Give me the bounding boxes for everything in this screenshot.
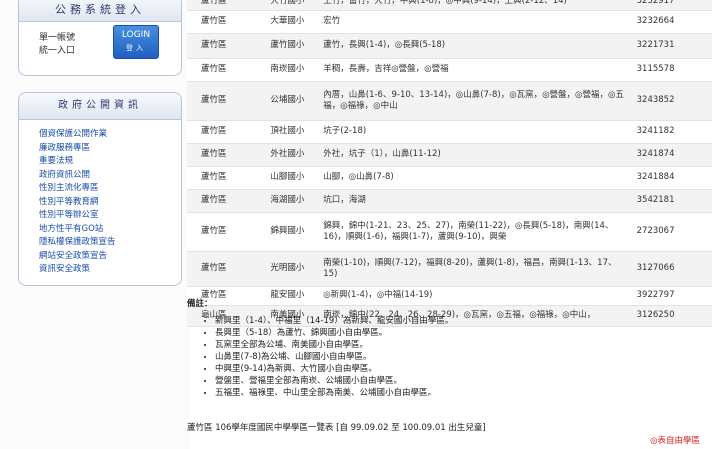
table-row: 蘆竹區 大竹國小 上竹，富竹，大竹，中興(1-8)，◎中興(9-14)，上興(2-1… bbox=[187, 0, 712, 11]
code-cell: 3221731 bbox=[632, 33, 712, 59]
school-cell: 南崁國小 bbox=[266, 58, 320, 82]
area-cell: 坑子(2-18) bbox=[319, 120, 633, 144]
note-item: 瓦窯里全部為公埔、南美國小自由學區。 bbox=[215, 339, 712, 351]
note-item: 長興里（5-18）為蘆竹、錦興國小自由學區。 bbox=[215, 327, 712, 339]
district-cell: 蘆竹區 bbox=[187, 81, 267, 121]
note-item: 新興里（1-4）、中福里（14-19）為新興、龍安國小自由學區。 bbox=[215, 315, 712, 327]
school-cell: 外社國小 bbox=[266, 143, 320, 167]
sidebar: 公務系統登入 單一帳號 統一入口 LOGIN 登入 政府公開資訊 個資保護公開作… bbox=[0, 0, 190, 449]
unified-portal-link[interactable]: 統一入口 bbox=[39, 45, 75, 58]
notes-header: 備註： bbox=[187, 299, 213, 309]
district-cell: 蘆竹區 bbox=[187, 189, 267, 213]
table-row: 蘆竹區 南崁國小 羊稠，長壽，吉祥◎營盤，◎營福 3115578 bbox=[187, 58, 712, 82]
login-button-label: LOGIN bbox=[121, 30, 151, 40]
district-cell: 蘆竹區 bbox=[187, 166, 267, 190]
code-cell: 3127066 bbox=[632, 251, 712, 287]
code-cell: 3243852 bbox=[632, 81, 712, 121]
login-links: 單一帳號 統一入口 bbox=[39, 32, 75, 58]
district-cell: 蘆竹區 bbox=[187, 0, 267, 11]
area-cell: 蘆竹，長興(1-4)，◎長興(5-18) bbox=[319, 33, 633, 59]
note-item: 五福里、福祿里、中山里全部為南美、公埔國小自由學區。 bbox=[215, 387, 712, 399]
gov-info-link[interactable]: 政府資訊公開 bbox=[39, 169, 181, 183]
area-cell: 錦興，錦中(1-21、23、25、27)，南榮(11-22)，◎長興(5-18)… bbox=[319, 212, 633, 252]
code-cell: 3115578 bbox=[632, 58, 712, 82]
school-cell: 大華國小 bbox=[266, 10, 320, 34]
table-row: 蘆竹區 大華國小 宏竹 3232664 bbox=[187, 10, 712, 34]
gov-info-link[interactable]: 性別平等辦公室 bbox=[39, 209, 181, 223]
notes-list: 新興里（1-4）、中福里（14-19）為新興、龍安國小自由學區。長興里（5-18… bbox=[187, 315, 712, 399]
gov-info-link[interactable]: 個資保護公開作業 bbox=[39, 128, 181, 142]
gov-info-link[interactable]: 網站安全政策宣告 bbox=[39, 250, 181, 264]
login-panel-title: 公務系統登入 bbox=[19, 0, 181, 22]
gov-info-link[interactable]: 重要法規 bbox=[39, 155, 181, 169]
junior-high-table-title: 蘆竹區 106學年度國民中學學區一覽表 [自 99.09.02 至 100.09… bbox=[187, 423, 486, 433]
code-cell: 2723067 bbox=[632, 212, 712, 252]
school-cell: 蘆竹國小 bbox=[266, 33, 320, 59]
area-cell: 山腳，◎山鼻(7-8) bbox=[319, 166, 633, 190]
school-cell: 錦興國小 bbox=[266, 212, 320, 252]
login-button[interactable]: LOGIN 登入 bbox=[113, 25, 159, 59]
gov-info-link[interactable]: 資訊安全政策 bbox=[39, 263, 181, 277]
school-cell: 海湖國小 bbox=[266, 189, 320, 213]
table-row: 蘆竹區 光明國小 南榮(1-10)，順興(7-12)，福興(8-20)，蘆興(1-8… bbox=[187, 251, 712, 287]
note-item: 中興里(9-14)為新興、大竹國小自由學區。 bbox=[215, 363, 712, 375]
note-item: 營盤里、營福里全部為南崁、公埔國小自由學區。 bbox=[215, 375, 712, 387]
district-cell: 蘆竹區 bbox=[187, 10, 267, 34]
area-cell: 內厝，山鼻(1-6、9-10、13-14)，◎山鼻(7-8)，◎瓦窯，◎營盤，◎… bbox=[319, 81, 633, 121]
code-cell: 3542181 bbox=[632, 189, 712, 213]
gov-info-link[interactable]: 性別平等教育網 bbox=[39, 196, 181, 210]
code-cell: 3232917 bbox=[632, 0, 712, 11]
main-content: 蘆竹區 大竹國小 上竹，富竹，大竹，中興(1-8)，◎中興(9-14)，上興(2-1… bbox=[187, 0, 720, 449]
login-panel: 公務系統登入 單一帳號 統一入口 LOGIN 登入 bbox=[18, 0, 182, 76]
notes-section: 備註： 新興里（1-4）、中福里（14-19）為新興、龍安國小自由學區。長興里（… bbox=[187, 297, 712, 399]
district-cell: 蘆竹區 bbox=[187, 212, 267, 252]
gov-info-link[interactable]: 性別主流化專區 bbox=[39, 182, 181, 196]
district-cell: 蘆竹區 bbox=[187, 251, 267, 287]
area-cell: 南榮(1-10)，順興(7-12)，福興(8-20)，蘆興(1-8)，福昌，南興… bbox=[319, 251, 633, 287]
gov-info-link[interactable]: 地方性平有GO站 bbox=[39, 223, 181, 237]
gov-info-title: 政府公開資訊 bbox=[19, 93, 181, 120]
table-row: 蘆竹區 錦興國小 錦興，錦中(1-21、23、25、27)，南榮(11-22)，◎長… bbox=[187, 212, 712, 252]
school-cell: 山腳國小 bbox=[266, 166, 320, 190]
area-cell: 宏竹 bbox=[319, 10, 633, 34]
code-cell: 3241874 bbox=[632, 143, 712, 167]
district-cell: 蘆竹區 bbox=[187, 33, 267, 59]
table-row: 蘆竹區 海湖國小 坑口，海湖 3542181 bbox=[187, 189, 712, 213]
gov-info-list: 個資保護公開作業 廉政服務專區 重要法規 政府資訊公開 性別主流化專區 性別平等教育網 性別… bbox=[19, 120, 181, 277]
login-button-sublabel: 登入 bbox=[126, 44, 146, 52]
area-cell: 坑口，海湖 bbox=[319, 189, 633, 213]
area-cell: 羊稠，長壽，吉祥◎營盤，◎營福 bbox=[319, 58, 633, 82]
area-cell: 上竹，富竹，大竹，中興(1-8)，◎中興(9-14)，上興(2-12、14) bbox=[319, 0, 633, 11]
single-account-link[interactable]: 單一帳號 bbox=[39, 32, 75, 45]
table-row: 蘆竹區 山腳國小 山腳，◎山鼻(7-8) 3241884 bbox=[187, 166, 712, 190]
school-cell: 大竹國小 bbox=[266, 0, 320, 11]
table-row: 蘆竹區 外社國小 外社，坑子（1），山鼻(11-12) 3241874 bbox=[187, 143, 712, 167]
note-item: 山鼻里(7-8)為公埔、山腳國小自由學區。 bbox=[215, 351, 712, 363]
district-cell: 蘆竹區 bbox=[187, 143, 267, 167]
school-cell: 公埔國小 bbox=[266, 81, 320, 121]
table-row: 蘆竹區 蘆竹國小 蘆竹，長興(1-4)，◎長興(5-18) 3221731 bbox=[187, 33, 712, 59]
school-district-table: 蘆竹區 大竹國小 上竹，富竹，大竹，中興(1-8)，◎中興(9-14)，上興(2-1… bbox=[187, 0, 712, 327]
gov-info-link[interactable]: 廉政服務專區 bbox=[39, 142, 181, 156]
gov-info-panel: 政府公開資訊 個資保護公開作業 廉政服務專區 重要法規 政府資訊公開 性別主流化專區 性別… bbox=[18, 92, 182, 286]
area-cell: 外社，坑子（1），山鼻(11-12) bbox=[319, 143, 633, 167]
code-cell: 3232664 bbox=[632, 10, 712, 34]
free-district-legend: ◎表自由學區 bbox=[650, 436, 700, 446]
district-cell: 蘆竹區 bbox=[187, 58, 267, 82]
school-cell: 光明國小 bbox=[266, 251, 320, 287]
gov-info-link[interactable]: 隱私權保護政策宣告 bbox=[39, 236, 181, 250]
school-cell: 頂社國小 bbox=[266, 120, 320, 144]
code-cell: 3241182 bbox=[632, 120, 712, 144]
table-row: 蘆竹區 頂社國小 坑子(2-18) 3241182 bbox=[187, 120, 712, 144]
table-row: 蘆竹區 公埔國小 內厝，山鼻(1-6、9-10、13-14)，◎山鼻(7-8)，◎瓦… bbox=[187, 81, 712, 121]
code-cell: 3241884 bbox=[632, 166, 712, 190]
district-cell: 蘆竹區 bbox=[187, 120, 267, 144]
